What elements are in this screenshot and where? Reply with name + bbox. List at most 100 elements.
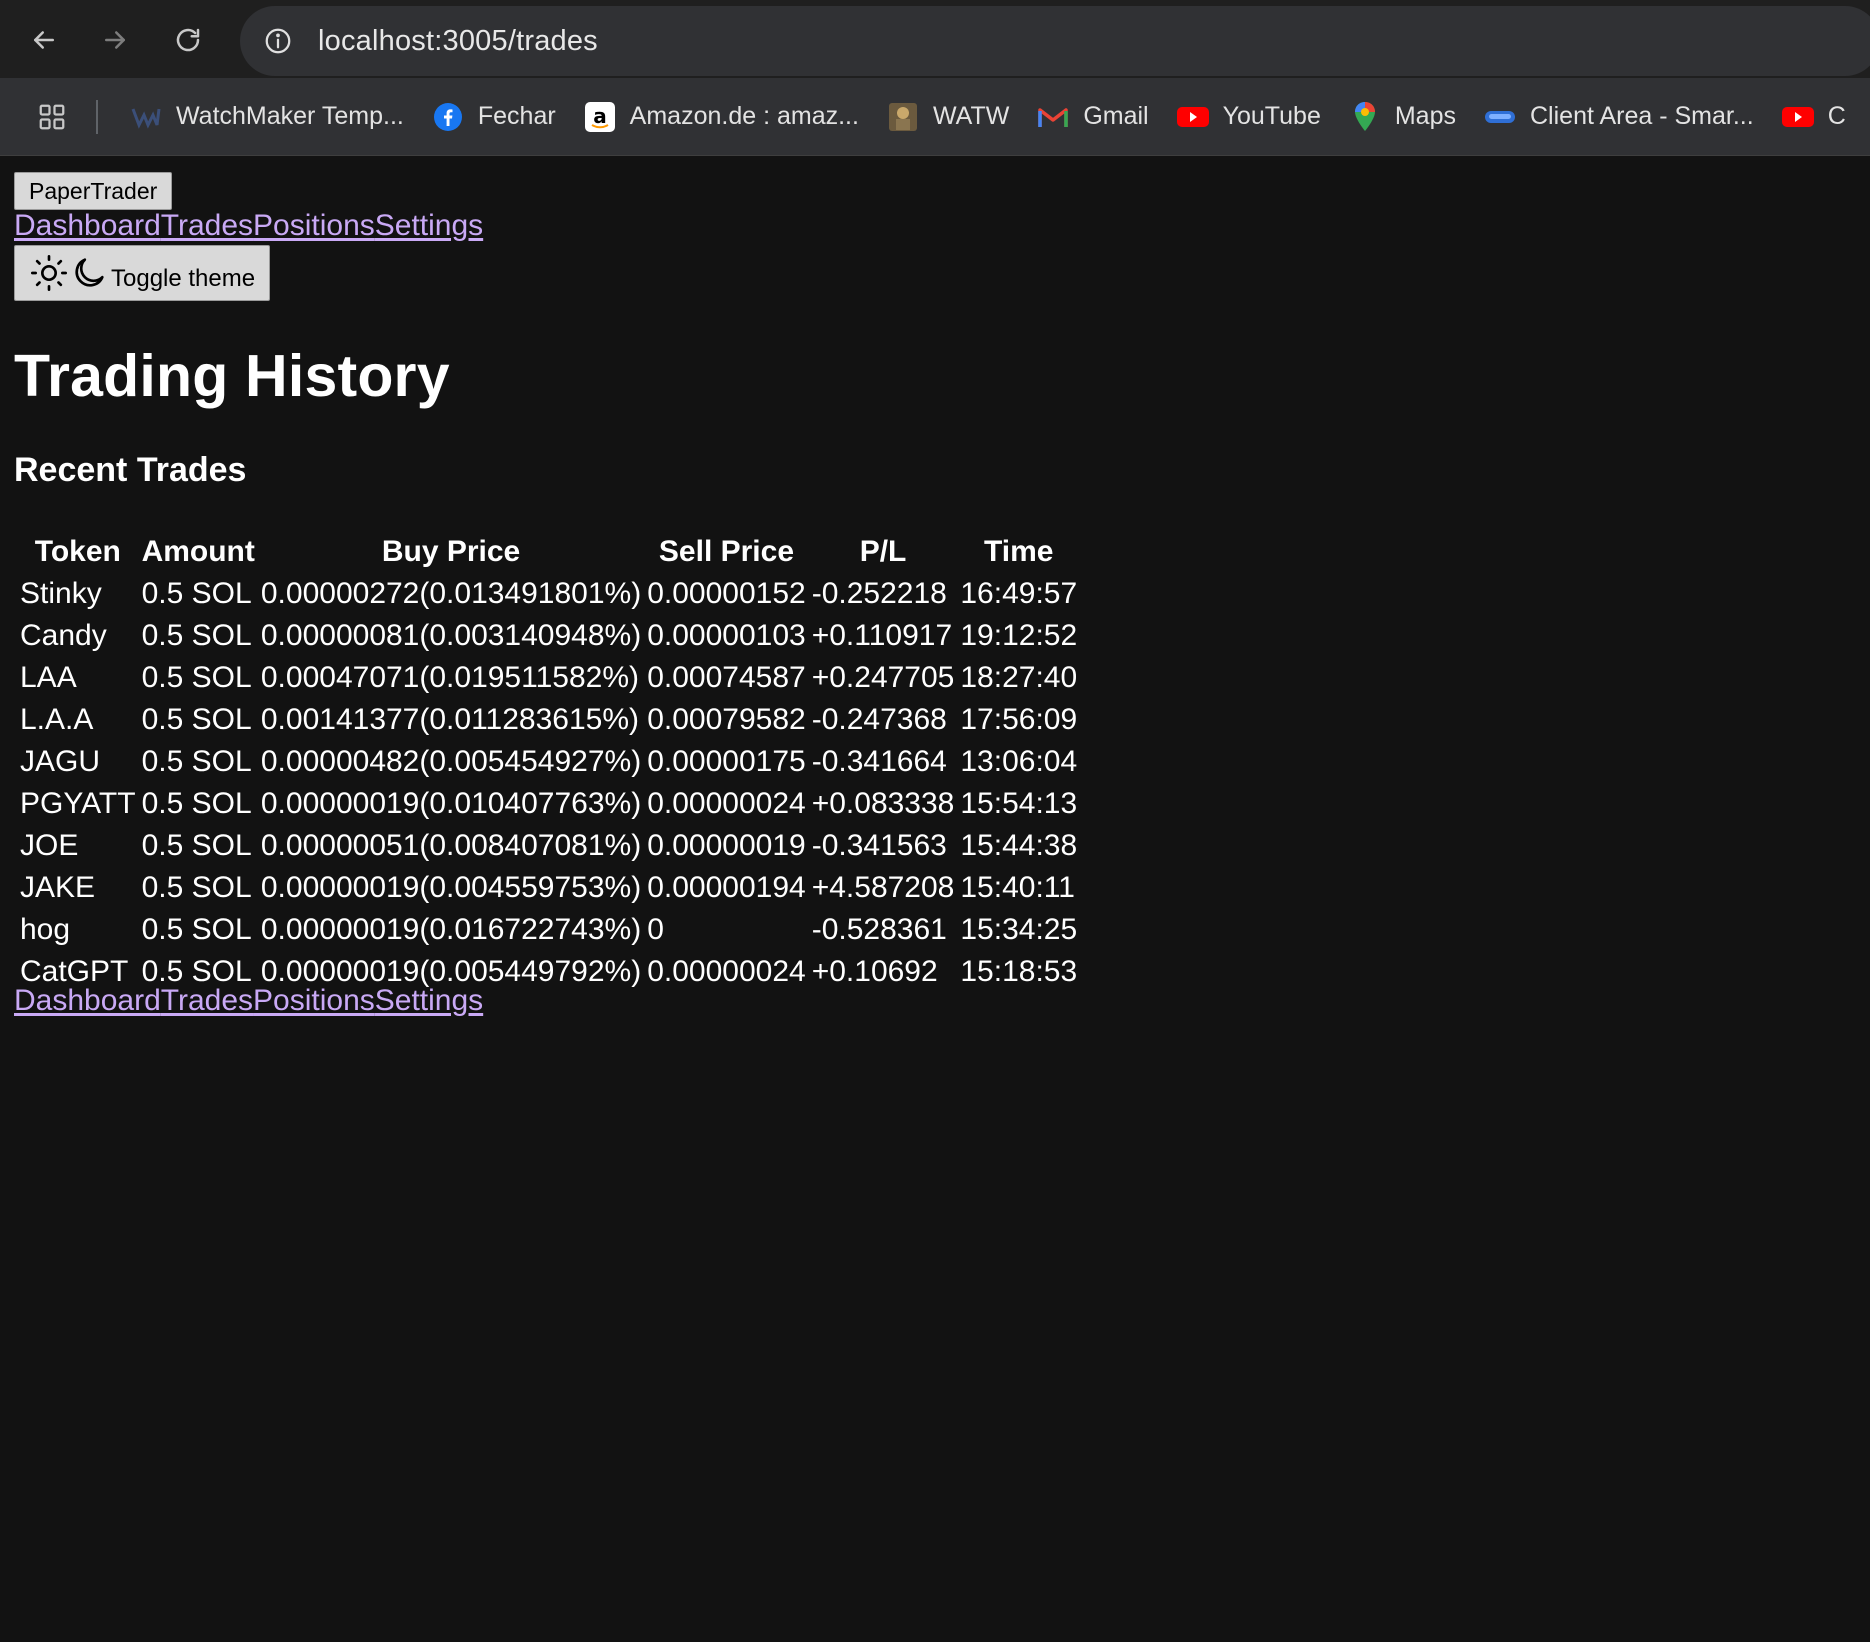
cell-amount: 0.5 SOL [141, 786, 252, 820]
cell-pl: +0.083338 [811, 786, 955, 820]
column-header-token: Token [34, 535, 121, 568]
table-row: PGYATT 0.5 SOL 0.00000019(0.010407763%) … [20, 784, 1077, 823]
bookmark-client-area[interactable]: Client Area - Smar... [1470, 89, 1768, 145]
cell-sell-price: 0.00000019 [647, 828, 806, 862]
nav-link-positions[interactable]: Positions [253, 209, 375, 242]
toggle-theme-label: Toggle theme [111, 265, 256, 292]
cell-token: Stinky [20, 576, 102, 610]
address-bar[interactable]: localhost:3005/trades [240, 6, 1870, 76]
cell-time: 15:18:53 [960, 954, 1078, 988]
client-area-icon [1484, 101, 1516, 133]
cell-pl: -0.528361 [811, 912, 947, 946]
back-button[interactable] [16, 16, 72, 64]
cell-pl: -0.247368 [811, 702, 947, 736]
apps-grid-icon[interactable] [22, 87, 82, 147]
moon-icon [69, 253, 109, 293]
cell-time: 15:34:25 [960, 912, 1078, 946]
bookmark-watw[interactable]: WATW [873, 89, 1023, 145]
cell-buy-price: 0.00000019(0.016722743%) [260, 912, 642, 946]
cell-sell-price: 0.00000152 [647, 576, 806, 610]
table-header-row: Token Amount Buy Price Sell Price P/L Ti… [20, 531, 1077, 571]
cell-sell-price: 0.00000024 [647, 954, 806, 988]
bookmarks-separator [96, 99, 98, 134]
cell-sell-price: 0.00000175 [647, 744, 806, 778]
youtube-icon [1176, 101, 1209, 133]
bookmark-youtube-2[interactable]: C [1768, 89, 1860, 145]
nav-link-dashboard[interactable]: Dashboard [14, 984, 161, 1017]
bookmark-amazon[interactable]: a Amazon.de : amaz... [570, 89, 873, 145]
cell-token: LAA [20, 660, 77, 694]
table-row: JOE 0.5 SOL 0.00000051(0.008407081%) 0.0… [20, 826, 1077, 865]
bottom-nav: DashboardTradesPositionsSettings [14, 984, 483, 1018]
bookmark-watchmaker[interactable]: WatchMaker Temp... [116, 89, 418, 145]
bookmark-maps[interactable]: Maps [1335, 89, 1470, 145]
cell-pl: -0.252218 [811, 576, 947, 610]
bookmarks-bar: WatchMaker Temp... Fechar a Amazon.de : … [0, 78, 1870, 156]
watchmaker-icon [130, 101, 162, 133]
cell-token: JAKE [20, 870, 96, 904]
cell-amount: 0.5 SOL [141, 828, 252, 862]
column-header-sell-price: Sell Price [658, 535, 795, 568]
table-row: hog 0.5 SOL 0.00000019(0.016722743%) 0 -… [20, 910, 1077, 949]
bookmark-fechar[interactable]: Fechar [418, 89, 570, 145]
section-title: Recent Trades [14, 451, 247, 489]
facebook-icon [432, 101, 464, 133]
watw-icon [887, 101, 919, 133]
bookmark-youtube[interactable]: YouTube [1163, 89, 1335, 145]
cell-amount: 0.5 SOL [141, 870, 252, 904]
cell-time: 17:56:09 [960, 702, 1078, 736]
cell-sell-price: 0 [647, 912, 664, 946]
cell-sell-price: 0.00000194 [647, 870, 806, 904]
forward-button[interactable] [87, 16, 143, 64]
column-header-amount: Amount [141, 535, 255, 568]
cell-time: 18:27:40 [960, 660, 1078, 694]
nav-link-settings[interactable]: Settings [375, 984, 483, 1017]
cell-pl: +4.587208 [811, 870, 955, 904]
cell-buy-price: 0.00000482(0.005454927%) [260, 744, 642, 778]
bookmark-label: Client Area - Smar... [1530, 102, 1754, 130]
svg-text:a: a [593, 104, 607, 128]
cell-pl: +0.247705 [811, 660, 955, 694]
bookmark-gmail[interactable]: Gmail [1023, 89, 1162, 145]
gmail-icon [1037, 101, 1069, 133]
cell-time: 15:40:11 [960, 870, 1075, 904]
cell-sell-price: 0.00000103 [647, 618, 806, 652]
cell-time: 19:12:52 [960, 618, 1078, 652]
column-header-time: Time [984, 535, 1054, 568]
bookmark-label: Gmail [1083, 102, 1149, 130]
cell-sell-price: 0.00074587 [647, 660, 806, 694]
bookmark-label: WatchMaker Temp... [176, 102, 404, 130]
bookmark-label: Amazon.de : amaz... [629, 102, 859, 130]
nav-link-trades[interactable]: Trades [161, 984, 253, 1017]
nav-link-dashboard[interactable]: Dashboard [14, 209, 161, 242]
cell-buy-price: 0.00000019(0.010407763%) [260, 786, 642, 820]
reload-icon [176, 28, 200, 52]
cell-time: 16:49:57 [960, 576, 1078, 610]
column-header-pl: P/L [859, 535, 907, 568]
cell-amount: 0.5 SOL [141, 660, 252, 694]
browser-toolbar: localhost:3005/trades [0, 0, 1870, 78]
cell-buy-price: 0.00047071(0.019511582%) [260, 660, 639, 694]
cell-time: 15:54:13 [960, 786, 1078, 820]
cell-pl: -0.341664 [811, 744, 947, 778]
cell-amount: 0.5 SOL [141, 912, 252, 946]
toggle-theme-button[interactable]: Toggle theme [14, 245, 271, 301]
bookmark-label: C [1827, 102, 1846, 130]
reload-button[interactable] [160, 16, 216, 64]
nav-link-positions[interactable]: Positions [253, 984, 375, 1017]
cell-pl: +0.110917 [811, 618, 953, 652]
arrow-left-icon [34, 31, 54, 49]
nav-link-trades[interactable]: Trades [161, 209, 253, 242]
cell-token: JOE [20, 828, 79, 862]
url-text: localhost:3005/trades [318, 24, 598, 57]
cell-token: JAGU [20, 744, 101, 778]
cell-pl: -0.341563 [811, 828, 947, 862]
brand-button[interactable]: PaperTrader [14, 172, 173, 210]
table-row: Stinky 0.5 SOL 0.00000272(0.013491801%) … [20, 574, 1077, 613]
cell-buy-price: 0.00000081(0.003140948%) [260, 618, 642, 652]
cell-pl: +0.10692 [811, 954, 938, 988]
site-info-icon[interactable] [252, 15, 304, 67]
nav-link-settings[interactable]: Settings [375, 209, 483, 242]
cell-amount: 0.5 SOL [141, 744, 252, 778]
cell-time: 13:06:04 [960, 744, 1078, 778]
